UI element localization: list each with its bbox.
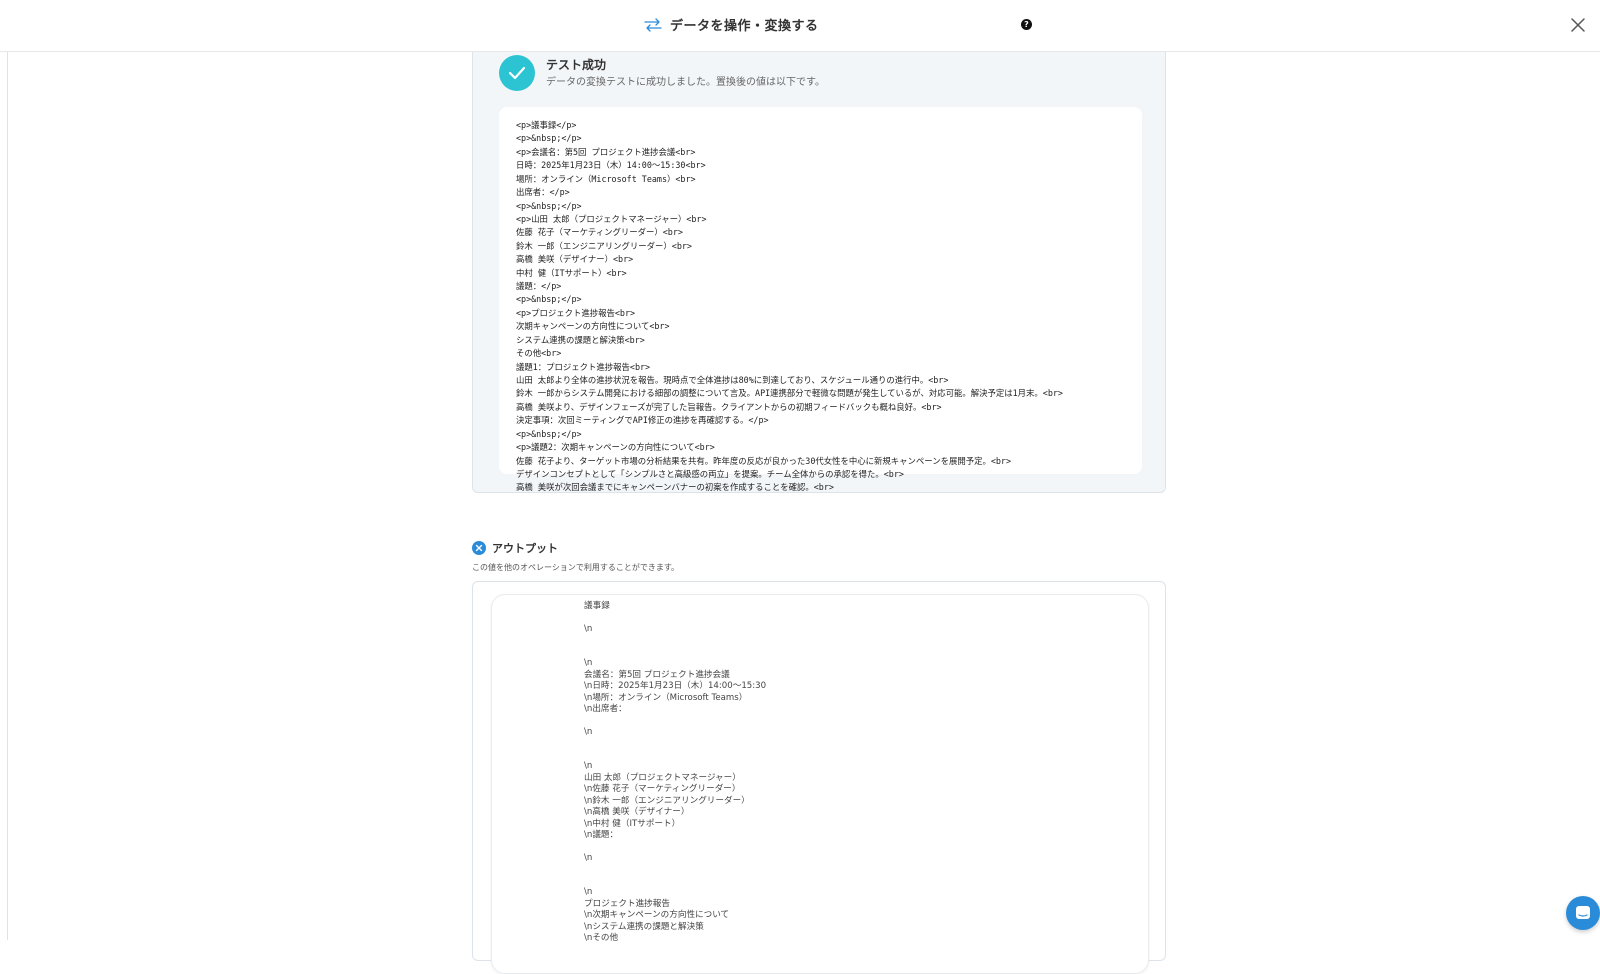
output-title: アウトプット (492, 542, 558, 555)
code-line: 出席者：</p> (516, 187, 570, 198)
code-line: 中村 健（ITサポート）<br> (516, 267, 627, 278)
check-icon (499, 55, 535, 91)
chat-support-button[interactable] (1566, 896, 1600, 930)
modal-title-group: データを操作・変換する (644, 15, 819, 34)
code-line: 場所：オンライン（Microsoft Teams）<br> (516, 173, 696, 184)
code-line: <p>山田 太郎（プロジェクトマネージャー）<br> (516, 213, 707, 224)
code-line: デザインコンセプトとして「シンプルさと高級感の両立」を提案。チーム全体からの承認… (516, 468, 904, 479)
converted-value-text: <p>議事録</p> <p>&nbsp;</p> <p>会議名：第5回 プロジェクト… (516, 119, 1142, 495)
code-line: <p>議題2：次期キャンペーンの方向性について<br> (516, 442, 715, 453)
help-icon[interactable]: ? (1021, 19, 1032, 30)
modal-title: データを操作・変換する (670, 19, 819, 34)
code-line: その他<br> (516, 348, 562, 359)
code-line: 高橋 美咲が次回会議までにキャンペーンバナーの初案を作成することを確認。<br> (516, 482, 834, 493)
success-description: データの変換テストに成功しました。置換後の値は以下です。 (546, 77, 825, 88)
code-line: 鈴木 一郎（エンジニアリングリーダー）<br> (516, 240, 692, 251)
code-line: 高橋 美咲より、デザインフェーズが完了した旨報告。クライアントからの初期フィード… (516, 401, 942, 412)
code-line: 山田 太郎より全体の進捗状況を報告。現時点で全体進捗は80%に到達しており、スケ… (516, 375, 949, 386)
code-line: <p>&nbsp;</p> (516, 200, 582, 211)
code-line: システム連携の課題と解決策<br> (516, 334, 645, 345)
code-line: 議題：</p> (516, 281, 562, 292)
code-line: <p>&nbsp;</p> (516, 428, 582, 439)
test-result-card: テスト成功 データの変換テストに成功しました。置換後の値は以下です。 <p>議事… (472, 40, 1166, 493)
code-line: <p>&nbsp;</p> (516, 294, 582, 305)
code-line: 高橋 美咲（デザイナー）<br> (516, 254, 634, 265)
output-heading: アウトプット (472, 540, 558, 556)
code-line: <p>プロジェクト進捗報告<br> (516, 307, 636, 318)
transform-arrows-icon (644, 17, 662, 32)
output-description: この値を他のオペレーションで利用することができます。 (472, 563, 680, 572)
converted-value-box[interactable]: <p>議事録</p> <p>&nbsp;</p> <p>会議名：第5回 プロジェクト… (499, 107, 1142, 492)
code-line: 鈴木 一郎からシステム開発における細部の調整について言及。API連携部分で軽微な… (516, 388, 1063, 399)
code-line: 佐藤 花子（マーケティングリーダー）<br> (516, 227, 683, 238)
code-line: 決定事項：次回ミーティングでAPI修正の進捗を再確認する。</p> (516, 415, 769, 426)
code-line: <p>会議名：第5回 プロジェクト進捗会議<br> (516, 146, 696, 157)
code-line: <p>議事録</p> (516, 120, 577, 130)
code-line: 議題1：プロジェクト進捗報告<br> (516, 361, 651, 372)
panel-divider (7, 52, 8, 940)
output-card: 議事録 \n \n 会議名：第5回 プロジェクト進捗会議 \n日時：2025年1… (472, 581, 1166, 974)
code-line: <p>&nbsp;</p> (516, 133, 582, 144)
output-value-text: 議事録 \n \n 会議名：第5回 プロジェクト進捗会議 \n日時：2025年1… (584, 601, 767, 944)
code-line: 佐藤 花子より、ターゲット市場の分析結果を共有。昨年度の反応が良かった30代女性… (516, 455, 1011, 466)
output-value-box[interactable]: 議事録 \n \n 会議名：第5回 プロジェクト進捗会議 \n日時：2025年1… (491, 594, 1149, 974)
modal-header: データを操作・変換する ? (0, 0, 1600, 52)
close-icon[interactable] (1568, 15, 1588, 35)
code-line: 日時：2025年1月23日（木）14:00〜15:30<br> (516, 160, 706, 171)
code-line: 次期キャンペーンの方向性について<br> (516, 321, 670, 332)
output-x-icon (472, 541, 486, 555)
chat-icon (1576, 906, 1590, 919)
success-title: テスト成功 (546, 58, 607, 72)
